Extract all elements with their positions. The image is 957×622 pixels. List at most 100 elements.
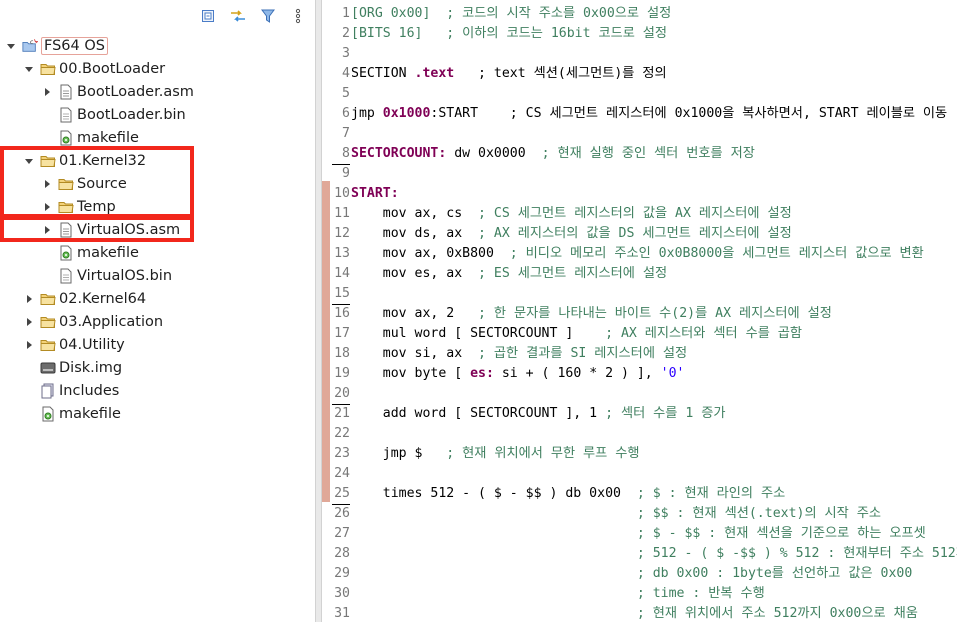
tree-item-label: VirtualOS.bin <box>77 267 173 284</box>
tree-item-virtualos-asm[interactable]: VirtualOS.asm <box>40 218 180 241</box>
tree-item-bootloader-bin[interactable]: BootLoader.bin <box>40 103 186 126</box>
code-line[interactable]: 19 mov byte [ es: si + ( 160 * 2 ) ], '0… <box>322 364 957 384</box>
code-text: SECTION .text ; text 섹션(세그먼트)를 정의 <box>351 64 667 84</box>
code-text: ; time : 반복 수행 <box>351 584 765 604</box>
tree-item-makefile[interactable]: makefile <box>40 241 139 264</box>
code-line[interactable]: 31 ; 현재 위치에서 주소 512까지 0x00으로 채움 <box>322 604 957 622</box>
tree-item-03-application[interactable]: 03.Application <box>22 310 163 333</box>
code-line[interactable]: 20 <box>322 384 957 405</box>
tree-item-00-bootloader[interactable]: 00.BootLoader <box>22 57 165 80</box>
code-token: :START ; CS 세그먼트 레지스터에 0x1000을 복사하면서, ST… <box>430 106 948 121</box>
code-line[interactable]: 11 mov ax, cs ; CS 세그먼트 레지스터의 값을 AX 레지스터… <box>322 204 957 224</box>
code-line[interactable]: 29 ; db 0x00 : 1byte를 선언하고 값은 0x00 <box>322 564 957 584</box>
code-line[interactable]: 7 <box>322 124 957 144</box>
code-line[interactable]: 3 <box>322 44 957 64</box>
code-line[interactable]: 26 ; $$ : 현재 섹션(.text)의 시작 주소 <box>322 504 957 524</box>
makefile-icon <box>58 245 74 261</box>
code-line[interactable]: 27 ; $ - $$ : 현재 섹션을 기준으로 하는 오프셋 <box>322 524 957 544</box>
code-line[interactable]: 8 SECTORCOUNT: dw 0x0000 ; 현재 실행 중인 섹터 번호… <box>322 144 957 165</box>
tree-item-01-kernel32[interactable]: 01.Kernel32 <box>22 149 146 172</box>
code-text: mul word [ SECTORCOUNT ] ; AX 레지스터와 섹터 수… <box>351 324 802 344</box>
code-line[interactable]: 13 mov ax, 0xB800 ; 비디오 메모리 주소인 0x0B8000… <box>322 244 957 264</box>
code-line[interactable]: 15 <box>322 284 957 305</box>
code-text: jmp $ ; 현재 위치에서 무한 루프 수행 <box>351 444 640 464</box>
tree-item-label: 00.BootLoader <box>59 60 166 77</box>
code-line[interactable]: 17 mul word [ SECTORCOUNT ] ; AX 레지스터와 섹… <box>322 324 957 344</box>
filter-icon[interactable] <box>259 7 277 25</box>
chevron-right-icon[interactable] <box>40 200 54 214</box>
tree-item-source[interactable]: Source <box>40 172 127 195</box>
code-line[interactable]: 6 jmp 0x1000:START ; CS 세그먼트 레지스터에 0x1000… <box>322 104 957 124</box>
line-number: 1 <box>342 6 350 21</box>
tree-item-label: 03.Application <box>59 313 164 330</box>
chevron-right-icon[interactable] <box>22 292 36 306</box>
code-text: ; 512 - ( $ -$$ ) % 512 : 현재부터 주소 512까지 <box>351 544 957 564</box>
code-token: '0' <box>660 366 685 381</box>
tree-item-makefile[interactable]: makefile <box>40 126 139 149</box>
code-text: mov byte [ es: si + ( 160 * 2 ) ], '0' <box>351 364 685 384</box>
code-line[interactable]: 12 mov ds, ax ; AX 레지스터의 값을 DS 세그먼트 레지스터… <box>322 224 957 244</box>
code-line[interactable]: 2 [BITS 16] ; 이하의 코드는 16bit 코드로 설정 <box>322 24 957 44</box>
tree-item-fs64-os[interactable]: c FS64 OS <box>4 34 108 57</box>
line-number: 13 <box>334 246 350 261</box>
chevron-down-icon[interactable] <box>22 154 36 168</box>
code-token: mov ds, ax <box>351 226 479 241</box>
code-line[interactable]: 18 mov si, ax ; 곱한 결과를 SI 레지스터에 설정 <box>322 344 957 364</box>
line-number: 10 <box>334 186 350 201</box>
code-line[interactable]: 14 mov es, ax ; ES 세그먼트 레지스터에 설정 <box>322 264 957 284</box>
tree-item-label: 04.Utility <box>59 336 125 353</box>
tree-item-bootloader-asm[interactable]: BootLoader.asm <box>40 80 194 103</box>
line-number: 3 <box>342 46 350 61</box>
line-number: 16 <box>334 306 350 321</box>
code-line[interactable]: 16 mov ax, 2 ; 한 문자를 나타내는 바이트 수(2)를 AX 레… <box>322 304 957 324</box>
line-number: 7 <box>342 126 350 141</box>
code-line[interactable]: 30 ; time : 반복 수행 <box>322 584 957 604</box>
code-line[interactable]: 21 add word [ SECTORCOUNT ], 1 ; 섹터 수를 1… <box>322 404 957 424</box>
tree-item-label: Source <box>77 175 127 192</box>
chevron-right-icon[interactable] <box>40 85 54 99</box>
tree-item-virtualos-bin[interactable]: VirtualOS.bin <box>40 264 172 287</box>
code-line[interactable]: 22 <box>322 424 957 444</box>
view-sash[interactable] <box>315 0 322 622</box>
code-line[interactable]: 23 jmp $ ; 현재 위치에서 무한 루프 수행 <box>322 444 957 464</box>
line-number: 9 <box>342 166 350 181</box>
code-token: ; 한 문자를 나타내는 바이트 수(2)를 AX 레지스터에 설정 <box>478 306 832 321</box>
line-number: 5 <box>342 86 350 101</box>
chevron-right-icon[interactable] <box>22 338 36 352</box>
code-token: SECTORCOUNT: <box>351 146 447 161</box>
code-token: jmp <box>351 106 383 121</box>
code-line[interactable]: 28 ; 512 - ( $ -$$ ) % 512 : 현재부터 주소 512… <box>322 544 957 564</box>
view-menu-icon[interactable] <box>289 7 307 25</box>
tree-item-04-utility[interactable]: 04.Utility <box>22 333 125 356</box>
tree-item-02-kernel64[interactable]: 02.Kernel64 <box>22 287 146 310</box>
code-line[interactable]: 10 START: <box>322 184 957 204</box>
code-line[interactable]: 9 <box>322 164 957 184</box>
chevron-down-icon[interactable] <box>22 62 36 76</box>
tree-item-disk-img[interactable]: Disk.img <box>22 356 122 379</box>
code-line[interactable]: 4 SECTION .text ; text 섹션(세그먼트)를 정의 <box>322 64 957 84</box>
code-token: ; $ : 현재 라인의 주소 <box>636 486 786 501</box>
code-line[interactable]: 1 [ORG 0x00] ; 코드의 시작 주소를 0x00으로 설정 <box>322 4 957 24</box>
code-token: 0x1000 <box>382 106 431 121</box>
code-token: mov ax, 0xB800 <box>351 246 510 261</box>
makefile-icon <box>58 130 74 146</box>
link-with-editor-icon[interactable] <box>229 7 247 25</box>
chevron-right-icon[interactable] <box>22 315 36 329</box>
chevron-right-icon[interactable] <box>40 177 54 191</box>
tree-item-temp[interactable]: Temp <box>40 195 116 218</box>
code-text: [ORG 0x00] ; 코드의 시작 주소를 0x00으로 설정 <box>351 4 671 24</box>
code-token: mov ax, 2 <box>351 306 479 321</box>
code-line[interactable]: 25 times 512 - ( $ - $$ ) db 0x00 ; $ : … <box>322 484 957 505</box>
code-line[interactable]: 5 <box>322 84 957 104</box>
line-number: 8 <box>332 144 350 165</box>
folder-icon <box>40 291 56 307</box>
folder-icon <box>58 176 74 192</box>
tree-item-makefile[interactable]: makefile <box>22 402 121 425</box>
code-line[interactable]: 24 <box>322 464 957 484</box>
code-editor[interactable]: 1 [ORG 0x00] ; 코드의 시작 주소를 0x00으로 설정 2 [BITS… <box>322 0 957 622</box>
chevron-down-icon[interactable] <box>4 39 18 53</box>
tree-item-includes[interactable]: Includes <box>22 379 119 402</box>
collapse-all-icon[interactable] <box>199 7 217 25</box>
chevron-right-icon[interactable] <box>40 223 54 237</box>
